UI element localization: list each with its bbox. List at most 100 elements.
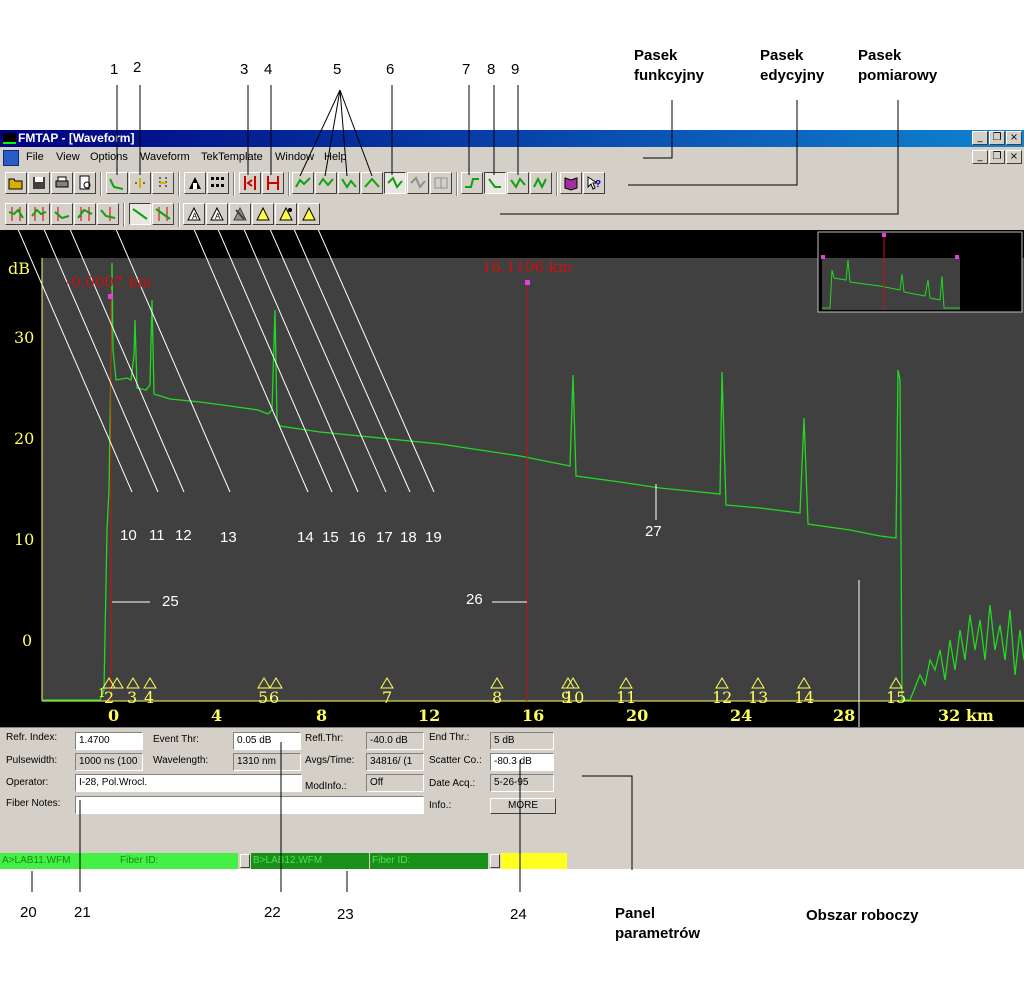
refr-index-field[interactable]: 1.4700 — [75, 732, 143, 750]
doc-restore-button[interactable]: ❐ — [989, 150, 1005, 164]
event-grid-icon — [434, 177, 448, 189]
event-add-alt-button[interactable]: A — [206, 203, 228, 225]
measure-1-icon — [8, 207, 24, 221]
menu-options[interactable]: Options — [90, 151, 128, 163]
callout-27: 27 — [645, 523, 662, 540]
end-thr-field: 5 dB — [490, 732, 554, 750]
fiber-id-b[interactable]: Fiber ID: — [370, 853, 488, 869]
trace-event-icon — [364, 177, 380, 188]
file-tab-a-scroll[interactable] — [240, 854, 250, 868]
event-mark-2-icon — [279, 206, 293, 221]
more-button[interactable]: MORE — [490, 798, 556, 814]
file-tab-b[interactable]: B>LAB12.WFM — [251, 853, 369, 869]
document-icon[interactable] — [3, 150, 19, 166]
reflect-button[interactable] — [484, 172, 506, 194]
slope-detail-button[interactable] — [152, 203, 174, 225]
menu-view[interactable]: View — [56, 151, 80, 163]
trace-event-button-2[interactable] — [315, 172, 337, 194]
operator-field[interactable]: I-28, Pol.Wrocl. — [75, 774, 302, 792]
far-marker-button[interactable] — [207, 172, 229, 194]
event-mark-button-3[interactable] — [298, 203, 320, 225]
slope-icon — [132, 208, 148, 220]
trace-event-button-3[interactable] — [338, 172, 360, 194]
waveform-plot[interactable] — [0, 230, 1024, 727]
doc-close-button[interactable]: × — [1006, 150, 1022, 164]
menu-waveform[interactable]: Waveform — [140, 151, 190, 163]
open-button[interactable] — [5, 172, 27, 194]
menu-help[interactable]: Help — [324, 151, 347, 163]
x-tick-12: 12 — [418, 706, 441, 725]
pulsewidth-field: 1000 ns (100 — [75, 753, 143, 771]
fiber-id-a[interactable]: Fiber ID: — [118, 853, 238, 869]
caption-work-area: Obszar roboczy — [806, 907, 919, 924]
splice-button[interactable] — [461, 172, 483, 194]
measure-button-4[interactable] — [74, 203, 96, 225]
slope-button[interactable] — [129, 203, 151, 225]
print-preview-button[interactable] — [74, 172, 96, 194]
cursor-right-button[interactable] — [262, 172, 284, 194]
wavelength-label: Wavelength: — [153, 755, 209, 766]
event-mark-button-2[interactable] — [275, 203, 297, 225]
waveform-zoom-button[interactable] — [106, 172, 128, 194]
loss-detail-button[interactable] — [530, 172, 552, 194]
menu-tektemplate[interactable]: TekTemplate — [201, 151, 263, 163]
measure-button-2[interactable] — [28, 203, 50, 225]
menu-window[interactable]: Window — [275, 151, 314, 163]
event-grid-button[interactable] — [430, 172, 452, 194]
file-tab-c[interactable] — [501, 853, 567, 869]
cursor-b-handle[interactable] — [525, 280, 530, 285]
callout-14: 14 — [297, 529, 314, 546]
marker-a-icon — [189, 177, 201, 189]
cursor-right-icon — [267, 176, 279, 190]
print-button[interactable] — [51, 172, 73, 194]
waveform-dots-button[interactable] — [129, 172, 151, 194]
doc-minimize-button[interactable]: _ — [972, 150, 988, 164]
event-thr-field[interactable]: 0.05 dB — [233, 732, 301, 750]
save-button[interactable] — [28, 172, 50, 194]
event-label-10: 10 — [564, 688, 585, 707]
fiber-notes-field[interactable] — [75, 796, 424, 814]
close-button[interactable]: × — [1006, 131, 1022, 145]
help-button[interactable]: ? — [583, 172, 605, 194]
scatter-field[interactable]: -80.3 dB — [490, 753, 554, 771]
measure-3-icon — [54, 207, 70, 221]
measure-button-1[interactable] — [5, 203, 27, 225]
waveform-markers-icon — [159, 177, 167, 189]
cursor-left-button[interactable] — [239, 172, 261, 194]
minimize-button[interactable]: _ — [972, 131, 988, 145]
event-label-4: 4 — [144, 688, 155, 707]
waveform-markers-button[interactable] — [152, 172, 174, 194]
loss-button[interactable] — [507, 172, 529, 194]
trace-event-button-4[interactable] — [361, 172, 383, 194]
callout-19: 19 — [425, 529, 442, 546]
modinfo-label: ModInfo.: — [305, 781, 347, 792]
measure-button-3[interactable] — [51, 203, 73, 225]
marker-a-button[interactable] — [184, 172, 206, 194]
event-label-7: 7 — [382, 688, 393, 707]
book-button[interactable] — [560, 172, 582, 194]
event-delete-button[interactable] — [229, 203, 251, 225]
measure-button-5[interactable] — [97, 203, 119, 225]
minimap[interactable] — [817, 231, 1023, 313]
window-title: FMTAP - [Waveform] — [18, 131, 135, 145]
callout-7: 7 — [462, 61, 471, 78]
file-tab-a[interactable]: A>LAB11.WFM — [0, 853, 118, 869]
file-tab-b-scroll[interactable] — [490, 854, 500, 868]
event-active-button[interactable] — [384, 172, 406, 194]
cursor-a-handle[interactable] — [108, 294, 113, 299]
menu-file[interactable]: File — [26, 151, 44, 163]
toolbar-measure: A A — [0, 198, 1024, 230]
measure-5-icon — [100, 207, 116, 221]
help-icon: ? — [587, 176, 601, 190]
work-area[interactable]: dB 30 20 10 0 0 4 8 12 16 20 24 28 32 km… — [0, 230, 1024, 727]
event-add-button[interactable]: A — [183, 203, 205, 225]
event-move-button[interactable] — [407, 172, 429, 194]
caption-edit-bar: Pasek edycyjny — [760, 47, 825, 84]
event-thr-label: Event Thr: — [153, 734, 199, 745]
callout-9: 9 — [511, 61, 520, 78]
restore-button[interactable]: ❐ — [989, 131, 1005, 145]
trace-event-button-1[interactable] — [292, 172, 314, 194]
avgs-time-label: Avgs/Time: — [305, 755, 355, 766]
event-label-8: 8 — [492, 688, 503, 707]
event-mark-button-1[interactable] — [252, 203, 274, 225]
